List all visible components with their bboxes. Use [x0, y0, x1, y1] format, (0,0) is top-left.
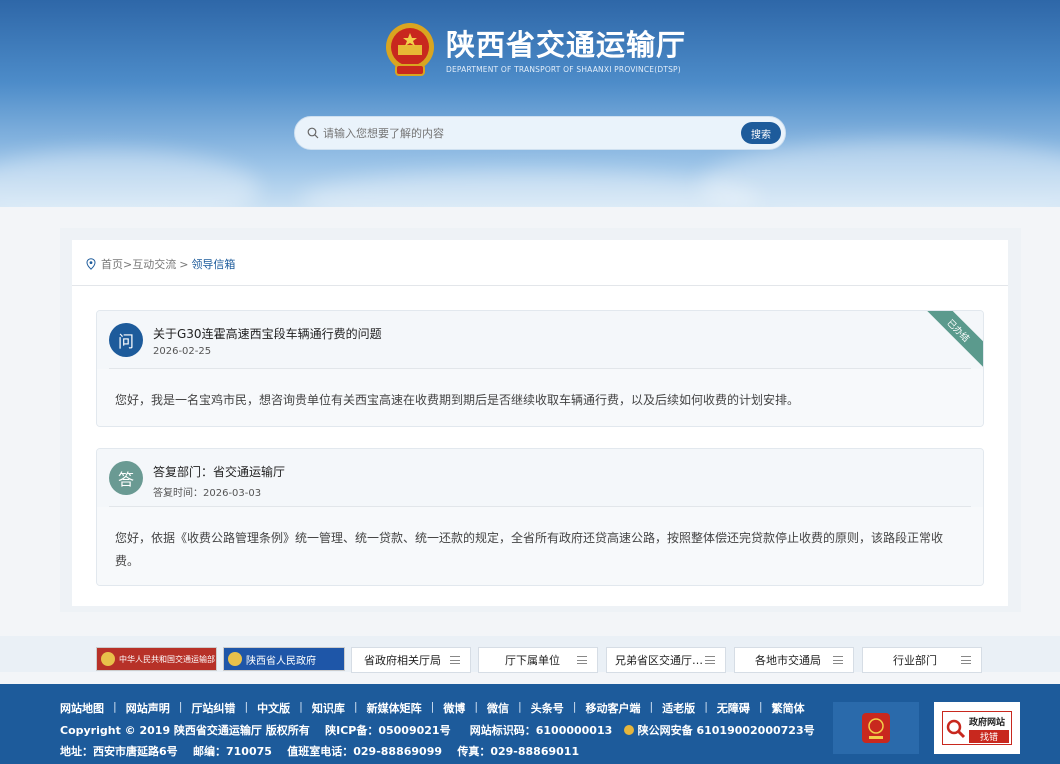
site-subtitle: DEPARTMENT OF TRANSPORT OF SHAANXI PROVI…	[446, 64, 681, 74]
breadcrumb: 首页 > 互动交流 > 领导信箱	[86, 256, 235, 272]
separator: |	[353, 700, 358, 713]
footer-link-sitemap[interactable]: 网站地图	[60, 700, 104, 716]
duty-phone-text: 值班室电话：029-88869099	[287, 745, 443, 758]
footer-link-wechat[interactable]: 微信	[487, 700, 509, 716]
site-title: 陕西省交通运输厅	[446, 27, 687, 62]
footer-link-accessibility[interactable]: 无障碍	[717, 700, 750, 716]
breadcrumb-divider	[72, 285, 1008, 286]
national-emblem-icon	[386, 23, 434, 76]
province-gov-link[interactable]: 陕西省人民政府	[223, 647, 345, 671]
divider	[109, 368, 971, 369]
party-org-emblem-icon	[862, 713, 890, 743]
footer-link-traditional[interactable]: 繁简体	[772, 700, 805, 716]
select-province-departments[interactable]: 省政府相关厅局	[351, 647, 471, 673]
police-badge-icon	[623, 725, 634, 735]
ministry-link[interactable]: 中华人民共和国交通运输部	[96, 647, 217, 671]
question-badge: 问	[109, 323, 143, 357]
gov-site-error-badge: 政府网站 找错	[942, 711, 1012, 745]
ministry-seal-icon	[101, 652, 115, 666]
select-sister-provinces[interactable]: 兄弟省区交通厅…	[606, 647, 726, 673]
question-header: 问 关于G30连霍高速西宝段车辆通行费的问题 2026-02-25 已办结	[97, 311, 983, 371]
footer-link-new-media[interactable]: 新媒体矩阵	[367, 700, 422, 716]
footer-link-weibo[interactable]: 微博	[443, 700, 465, 716]
footer-info-line-2: 地址：西安市唐延路6号 邮编：710075 值班室电话：029-88869099…	[60, 743, 579, 759]
question-body: 您好，我是一名宝鸡市民，想咨询贵单位有关西宝高速在收费期到期后是否继续收取车辆通…	[97, 369, 983, 426]
search-button[interactable]: 搜索	[741, 122, 781, 144]
gov-site-badge-line1: 政府网站	[969, 718, 1006, 728]
menu-icon	[705, 656, 715, 664]
icp-link[interactable]: 陕ICP备：05009021号	[325, 724, 450, 737]
breadcrumb-current: 领导信箱	[191, 258, 236, 271]
select-label: 省政府相关厅局	[364, 654, 441, 667]
footer-link-mobile[interactable]: 移动客户端	[585, 700, 640, 716]
footer-links: 网站地图 | 网站声明 | 厅站纠错 | 中文版 | 知识库 | 新媒体矩阵 | 微博 | 微…	[60, 700, 805, 716]
fax-text: 传真：029-88869011	[457, 745, 580, 758]
separator: |	[474, 700, 479, 713]
magnifier-icon	[946, 719, 966, 739]
question-date: 2026-02-25	[153, 346, 212, 357]
question-title: 关于G30连霍高速西宝段车辆通行费的问题	[153, 327, 382, 341]
address-text: 地址：西安市唐延路6号	[60, 745, 178, 758]
breadcrumb-separator: >	[123, 257, 133, 271]
menu-icon	[450, 656, 460, 664]
location-pin-icon	[86, 258, 96, 270]
select-label: 行业部门	[893, 654, 937, 667]
site-logo[interactable]: 陕西省交通运输厅 DEPARTMENT OF TRANSPORT OF SHAA…	[384, 20, 686, 80]
select-city-bureaus[interactable]: 各地市交通局	[734, 647, 854, 673]
separator: |	[518, 700, 522, 713]
province-seal-icon	[228, 652, 242, 666]
breadcrumb-section-link[interactable]: 互动交流	[132, 256, 176, 272]
answer-department: 答复部门：省交通运输厅	[153, 465, 286, 479]
question-card: 问 关于G30连霍高速西宝段车辆通行费的问题 2026-02-25 已办结 您好…	[96, 310, 984, 427]
search-bar: 搜索	[294, 116, 786, 150]
divider	[109, 506, 971, 507]
footer-link-knowledge[interactable]: 知识库	[312, 700, 345, 716]
footer-link-chinese[interactable]: 中文版	[257, 700, 290, 716]
breadcrumb-home-link[interactable]: 首页	[101, 256, 123, 272]
select-industry-departments[interactable]: 行业部门	[862, 647, 982, 673]
separator: |	[430, 700, 435, 713]
status-ribbon: 已办结	[918, 311, 983, 371]
menu-icon	[833, 656, 843, 664]
answer-date: 答复时间：2026-03-03	[153, 488, 262, 499]
answer-badge: 答	[109, 461, 143, 495]
select-label: 各地市交通局	[755, 654, 821, 667]
select-subordinate-units[interactable]: 厅下属单位	[478, 647, 598, 673]
menu-icon	[577, 656, 587, 664]
separator: |	[572, 700, 577, 713]
gov-site-error-report-link[interactable]: 政府网站 找错	[934, 702, 1020, 754]
footer-link-error-report[interactable]: 厅站纠错	[191, 700, 235, 716]
breadcrumb-separator: >	[179, 257, 189, 271]
province-link-label: 陕西省人民政府	[246, 655, 316, 667]
separator: |	[113, 700, 117, 713]
gov-site-badge-line2: 找错	[969, 730, 1009, 743]
answer-header: 答 答复部门：省交通运输厅 答复时间：2026-03-03	[97, 449, 983, 507]
separator: |	[244, 700, 249, 713]
separator: |	[649, 700, 654, 713]
menu-icon	[961, 656, 971, 664]
police-record-link[interactable]: 陕公网安备 61019002000723号	[638, 724, 815, 737]
separator: |	[178, 700, 183, 713]
zip-text: 邮编：710075	[192, 745, 272, 758]
answer-body: 您好，依据《收费公路管理条例》统一管理、统一贷款、统一还款的规定，全省所有政府还…	[97, 507, 983, 585]
separator: |	[704, 700, 708, 713]
search-input[interactable]	[323, 126, 741, 140]
answer-card: 答 答复部门：省交通运输厅 答复时间：2026-03-03 您好，依据《收费公路…	[96, 448, 984, 586]
footer-info-line-1: Copyright © 2019 陕西省交通运输厅 版权所有 陕ICP备：050…	[60, 722, 815, 738]
select-label: 厅下属单位	[505, 654, 560, 667]
footer-link-toutiao[interactable]: 头条号	[531, 700, 564, 716]
search-icon	[307, 127, 319, 139]
copyright-text: Copyright © 2019 陕西省交通运输厅 版权所有	[60, 724, 310, 737]
select-label: 兄弟省区交通厅…	[615, 654, 703, 667]
ministry-link-label: 中华人民共和国交通运输部	[119, 654, 215, 664]
footer-link-statement[interactable]: 网站声明	[126, 700, 170, 716]
party-org-badge-link[interactable]	[833, 702, 919, 754]
site-id-text: 网站标识码：6100000013	[469, 724, 613, 737]
separator: |	[758, 700, 763, 713]
footer-link-elderly[interactable]: 适老版	[662, 700, 695, 716]
separator: |	[299, 700, 303, 713]
